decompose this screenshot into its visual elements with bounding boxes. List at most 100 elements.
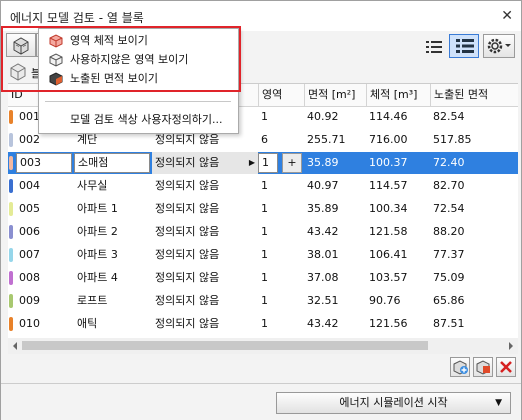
gear-icon [487,38,511,54]
operation-profile: 정의되지 않음 [155,225,220,238]
chevron-down-icon[interactable]: ▼ [495,393,502,413]
table-row[interactable]: 010 애틱 정의되지 않음 1 43.42 121.56 87.51 [8,313,518,335]
settings-button[interactable] [483,34,515,58]
volume-value[interactable]: 100.37 [366,152,430,174]
zone-count: 1 [261,248,268,261]
column-header-area[interactable]: 면적 [m²] [304,84,366,106]
area-value: 35.89 [307,202,339,215]
zone-color-swatch [9,110,13,124]
table-row[interactable]: 004 사무실 정의되지 않음 1 40.97 114.57 82.70 [8,175,518,197]
area-value: 38.01 [307,248,339,261]
volume-value: 114.57 [369,179,408,192]
exposed-area-value: 517.85 [433,133,472,146]
menu-item-label: 모델 검토 색상 사용자정의하기... [70,113,223,126]
area-value: 37.08 [307,271,339,284]
zone-count: 1 [261,179,268,192]
delete-icon [500,361,512,373]
area-value: 40.92 [307,110,339,123]
table-row[interactable]: 008 아파트 4 정의되지 않음 1 37.08 103.57 75.09 [8,267,518,289]
detail-view-button[interactable] [449,34,479,58]
zone-color-swatch [9,225,13,239]
volume-value: 716.00 [369,133,408,146]
menu-item-customize-colors[interactable]: 모델 검토 색상 사용자정의하기... [39,111,238,129]
zone-color-swatch [9,248,13,262]
merge-zone-icon [476,360,490,375]
operation-profile: 정의되지 않음 [155,294,220,307]
scroll-right-icon[interactable] [506,338,516,354]
close-icon[interactable]: ✕ [501,8,513,24]
operation-profile: 정의되지 않음 [155,202,220,215]
table-row[interactable]: 009 로프트 정의되지 않음 1 32.51 90.76 65.86 [8,290,518,312]
operation-profile: 정의되지 않음 [155,317,220,330]
area-value: 32.51 [307,294,339,307]
zone-color-swatch [9,294,13,308]
zone-color-swatch [9,133,13,147]
list-view-icon[interactable] [425,39,443,55]
scroll-left-icon[interactable] [10,338,20,354]
zone-id: 005 [19,202,40,215]
exposed-area-value: 65.86 [433,294,465,307]
area-value[interactable]: 35.89 [304,152,366,174]
area-value: 255.71 [307,133,346,146]
operation-profile: 정의되지 않음 [155,271,220,284]
highlight-box [1,26,241,92]
menu-divider [45,101,231,102]
column-header-zones[interactable]: 영역 [258,84,304,106]
volume-value: 106.41 [369,248,408,261]
zone-color-swatch [9,156,13,170]
stepper-plus-button[interactable]: + [282,153,302,173]
operation-profile[interactable]: 정의되지 않음 [152,152,246,174]
exposed-area-value: 72.54 [433,202,465,215]
area-value: 40.97 [307,179,339,192]
zone-name: 아파트 1 [77,202,118,215]
zone-color-swatch [9,202,13,216]
exposed-area-value: 75.09 [433,271,465,284]
window-title: 에너지 모델 검토 - 열 블록 [10,11,144,25]
exposed-area-value: 82.70 [433,179,465,192]
start-energy-simulation-button[interactable]: 에너지 시뮬레이션 시작 ▼ [276,392,511,414]
exposed-area-value: 77.37 [433,248,465,261]
zone-count[interactable]: 1 [258,153,278,173]
scrollbar-thumb[interactable] [22,341,428,350]
zone-id: 008 [19,271,40,284]
add-zone-button[interactable] [450,357,470,377]
area-value: 43.42 [307,317,339,330]
zone-count: 1 [261,294,268,307]
bottom-bar: 에너지 시뮬레이션 시작 ▼ [1,383,521,420]
volume-value: 90.76 [369,294,401,307]
zone-id: 004 [19,179,40,192]
operation-profile: 정의되지 않음 [155,248,220,261]
zone-id: 009 [19,294,40,307]
exposed-area-value[interactable]: 72.40 [430,152,518,174]
volume-value: 100.34 [369,202,408,215]
zone-count: 6 [261,133,268,146]
table-row[interactable]: 005 아파트 1 정의되지 않음 1 35.89 100.34 72.54 [8,198,518,220]
zone-count: 1 [261,317,268,330]
merge-zone-button[interactable] [473,357,493,377]
zone-name[interactable]: 소매점 [74,153,150,173]
zone-id[interactable]: 003 [16,153,72,173]
volume-value: 121.56 [369,317,408,330]
add-zone-icon [453,360,468,375]
zone-name: 아파트 4 [77,271,118,284]
delete-zone-button[interactable] [496,357,516,377]
zone-count: 1 [261,225,268,238]
zone-id: 010 [19,317,40,330]
table-row[interactable]: 007 아파트 3 정의되지 않음 1 38.01 106.41 77.37 [8,244,518,266]
horizontal-scrollbar[interactable] [8,338,518,354]
area-value: 43.42 [307,225,339,238]
volume-value: 114.46 [369,110,408,123]
zone-color-swatch [9,271,13,285]
zone-name: 로프트 [77,294,108,307]
table-row[interactable]: 003 소매점 정의되지 않음 1 35.89 100.37 72.40 ▶ + [8,152,518,174]
zone-color-swatch [9,317,13,331]
table-row[interactable]: 006 아파트 2 정의되지 않음 1 43.42 121.58 88.20 [8,221,518,243]
zone-count: 1 [261,271,268,284]
volume-value: 103.57 [369,271,408,284]
column-header-exposed[interactable]: 노출된 면적 [430,84,518,106]
operation-profile: 정의되지 않음 [155,179,220,192]
detail-view-icon [456,39,474,53]
column-header-volume[interactable]: 체적 [m³] [366,84,430,106]
chevron-right-icon[interactable]: ▶ [246,152,258,174]
zone-count: 1 [261,110,268,123]
